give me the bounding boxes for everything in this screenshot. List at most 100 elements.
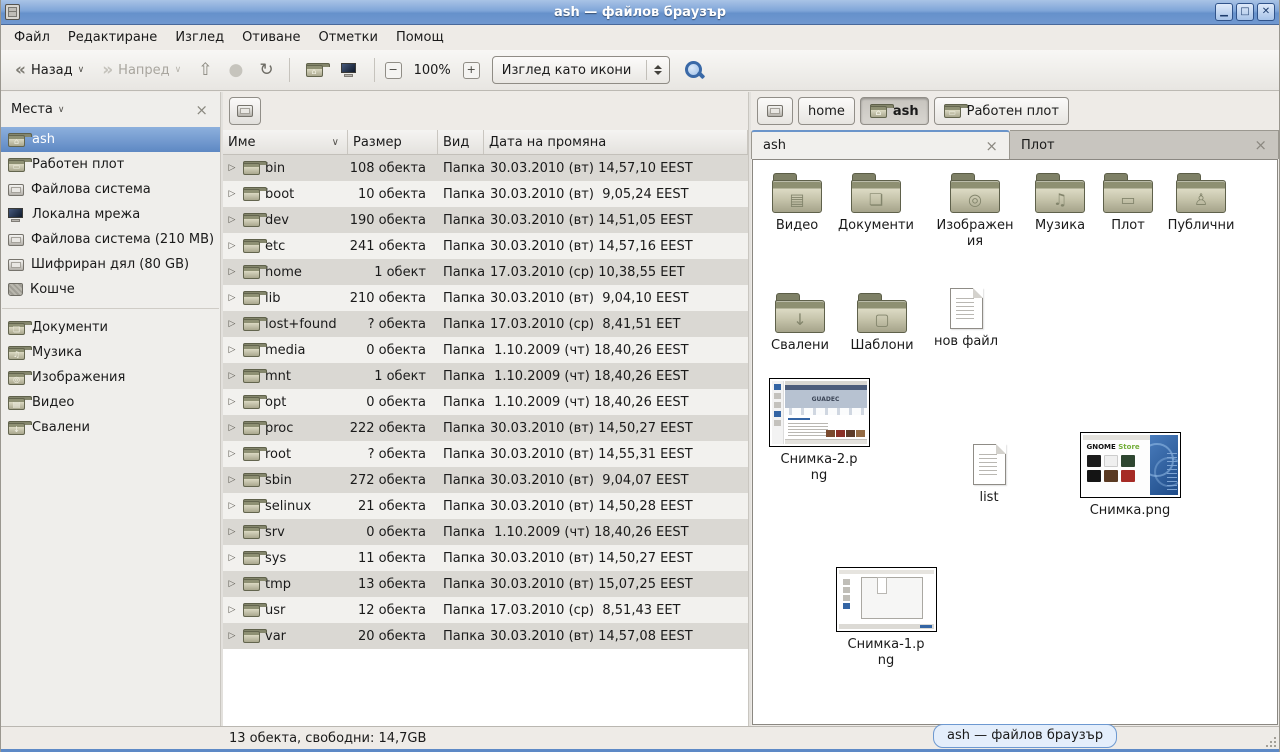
expander-icon[interactable]: ▷ [226, 345, 238, 355]
zoom-out-button[interactable]: − [385, 62, 402, 79]
sidebar-item-Кошче[interactable]: Кошче [1, 277, 220, 302]
close-button[interactable]: ✕ [1257, 3, 1275, 21]
expander-icon[interactable]: ▷ [226, 397, 238, 407]
table-row-var[interactable]: ▷var20 обектаПапка30.03.2010 (вт) 14,57,… [223, 623, 748, 649]
sidebar-item-Шифриран дял (80 GB)[interactable]: Шифриран дял (80 GB) [1, 252, 220, 277]
tree-root-button[interactable] [229, 97, 261, 125]
icon-view-item-list[interactable]: list [944, 444, 1034, 506]
icon-view-item-Изображения[interactable]: ◎Изображения [930, 173, 1020, 249]
computer-button[interactable] [335, 59, 364, 81]
expander-icon[interactable]: ▷ [226, 371, 238, 381]
icon-view-item-Шаблони[interactable]: ▢Шаблони [837, 293, 927, 354]
view-mode-select[interactable]: Изглед като икони [492, 56, 670, 84]
menu-item-Отметки[interactable]: Отметки [309, 27, 386, 48]
expander-icon[interactable]: ▷ [226, 605, 238, 615]
sidebar-item-Изображения[interactable]: ◎Изображения [1, 365, 220, 390]
view-mode-stepper-icon[interactable] [647, 65, 669, 75]
menu-item-Помощ[interactable]: Помощ [387, 27, 453, 48]
forward-button[interactable]: » Напред ∨ [96, 58, 187, 83]
back-history-caret-icon[interactable]: ∨ [78, 65, 85, 75]
icon-view-item-нов файл[interactable]: нов файл [921, 288, 1011, 350]
icon-view-item-Снимка.png[interactable]: GNOME StoreСнимка.png [1078, 432, 1182, 519]
column-header-Размер[interactable]: Размер [348, 130, 438, 154]
expander-icon[interactable]: ▷ [226, 553, 238, 563]
tab-ash[interactable]: ash× [751, 130, 1010, 159]
expander-icon[interactable]: ▷ [226, 189, 238, 199]
maximize-button[interactable]: □ [1236, 3, 1254, 21]
table-row-sys[interactable]: ▷sys11 обектаПапка30.03.2010 (вт) 14,50,… [223, 545, 748, 571]
zoom-in-button[interactable]: + [463, 62, 480, 79]
tab-close-icon[interactable]: × [1254, 136, 1267, 154]
breadcrumb-button-root[interactable] [757, 97, 793, 125]
table-row-dev[interactable]: ▷dev190 обектаПапка30.03.2010 (вт) 14,51… [223, 207, 748, 233]
menu-item-Изглед[interactable]: Изглед [166, 27, 233, 48]
table-row-media[interactable]: ▷media0 обектаПапка 1.10.2009 (чт) 18,40… [223, 337, 748, 363]
expander-icon[interactable]: ▷ [226, 267, 238, 277]
sidebar-item-Файлова система[interactable]: Файлова система [1, 177, 220, 202]
expander-icon[interactable]: ▷ [226, 215, 238, 225]
breadcrumb-button-ash[interactable]: ⌂ash [860, 97, 929, 125]
column-header-Дата на промяна[interactable]: Дата на промяна [484, 130, 748, 154]
sidebar-title[interactable]: Места [11, 102, 53, 117]
sidebar-item-Видео[interactable]: ▤Видео [1, 390, 220, 415]
sidebar-item-Работен плот[interactable]: ▭Работен плот [1, 152, 220, 177]
sidebar-item-Свалени[interactable]: ↓Свалени [1, 415, 220, 440]
expander-icon[interactable]: ▷ [226, 319, 238, 329]
table-row-tmp[interactable]: ▷tmp13 обектаПапка30.03.2010 (вт) 15,07,… [223, 571, 748, 597]
table-row-boot[interactable]: ▷boot10 обектаПапка30.03.2010 (вт) 9,05,… [223, 181, 748, 207]
icon-view-item-Свалени[interactable]: ↓Свалени [755, 293, 845, 354]
sidebar-item-Локална мрежа[interactable]: Локална мрежа [1, 202, 220, 227]
table-row-home[interactable]: ▷home1 обектПапка17.03.2010 (ср) 10,38,5… [223, 259, 748, 285]
icon-view-item-Снимка-2.png[interactable]: GUADECСнимка-2.png [767, 378, 871, 483]
up-button[interactable]: ⇧ [193, 59, 217, 82]
menu-item-Отиване[interactable]: Отиване [233, 27, 309, 48]
window-titlebar[interactable]: ash — файлов браузър ▁ □ ✕ [1, 0, 1279, 25]
sidebar-item-Файлова система (210 MB)[interactable]: Файлова система (210 MB) [1, 227, 220, 252]
expander-icon[interactable]: ▷ [226, 163, 238, 173]
breadcrumb-button-home[interactable]: home [798, 97, 855, 125]
icon-view-item-Снимка-1.png[interactable]: Снимка-1.png [834, 567, 938, 668]
table-row-etc[interactable]: ▷etc241 обектаПапка30.03.2010 (вт) 14,57… [223, 233, 748, 259]
expander-icon[interactable]: ▷ [226, 475, 238, 485]
home-button[interactable]: ⌂ [300, 59, 329, 81]
breadcrumb-button-Работен плот[interactable]: ▭Работен плот [934, 97, 1069, 125]
column-header-Вид[interactable]: Вид [438, 130, 484, 154]
table-row-usr[interactable]: ▷usr12 обектаПапка17.03.2010 (ср) 8,51,4… [223, 597, 748, 623]
search-icon[interactable] [684, 60, 704, 80]
expander-icon[interactable]: ▷ [226, 293, 238, 303]
icon-view-item-Документи[interactable]: ❏Документи [831, 173, 921, 234]
back-button[interactable]: « Назад ∨ [9, 58, 90, 83]
sidebar-item-ash[interactable]: ⌂ash [1, 127, 220, 152]
expander-icon[interactable]: ▷ [226, 527, 238, 537]
resize-grip[interactable] [1264, 735, 1276, 747]
column-header-Име[interactable]: Име∨ [223, 130, 348, 154]
expander-icon[interactable]: ▷ [226, 423, 238, 433]
expander-icon[interactable]: ▷ [226, 501, 238, 511]
expander-icon[interactable]: ▷ [226, 631, 238, 641]
tab-Плот[interactable]: Плот× [1010, 130, 1279, 159]
menu-item-Редактиране[interactable]: Редактиране [59, 27, 166, 48]
expander-icon[interactable]: ▷ [226, 449, 238, 459]
table-row-lost+found[interactable]: ▷lost+found? обектаПапка17.03.2010 (ср) … [223, 311, 748, 337]
table-row-selinux[interactable]: ▷selinux21 обектаПапка30.03.2010 (вт) 14… [223, 493, 748, 519]
table-row-srv[interactable]: ▷srv0 обектаПапка 1.10.2009 (чт) 18,40,2… [223, 519, 748, 545]
table-row-proc[interactable]: ▷proc222 обектаПапка30.03.2010 (вт) 14,5… [223, 415, 748, 441]
tab-close-icon[interactable]: × [985, 137, 998, 155]
expander-icon[interactable]: ▷ [226, 241, 238, 251]
icon-view[interactable]: ▤Видео❏Документи◎Изображения♫Музика▭Плот… [752, 159, 1278, 725]
stop-button[interactable]: ● [224, 59, 249, 82]
table-row-root[interactable]: ▷root? обектаПапка30.03.2010 (вт) 14,55,… [223, 441, 748, 467]
table-row-sbin[interactable]: ▷sbin272 обектаПапка30.03.2010 (вт) 9,04… [223, 467, 748, 493]
table-row-mnt[interactable]: ▷mnt1 обектПапка 1.10.2009 (чт) 18,40,26… [223, 363, 748, 389]
icon-view-item-Публични[interactable]: ♙Публични [1156, 173, 1246, 234]
reload-button[interactable]: ↻ [254, 59, 278, 82]
table-row-bin[interactable]: ▷bin108 обектаПапка30.03.2010 (вт) 14,57… [223, 155, 748, 181]
table-row-opt[interactable]: ▷opt0 обектаПапка 1.10.2009 (чт) 18,40,2… [223, 389, 748, 415]
sidebar-mode-caret-icon[interactable]: ∨ [58, 105, 65, 115]
minimize-button[interactable]: ▁ [1215, 3, 1233, 21]
sidebar-close-icon[interactable]: × [195, 101, 208, 119]
table-row-lib[interactable]: ▷lib210 обектаПапка30.03.2010 (вт) 9,04,… [223, 285, 748, 311]
icon-view-item-Видео[interactable]: ▤Видео [752, 173, 842, 234]
menu-item-Файл[interactable]: Файл [5, 27, 59, 48]
expander-icon[interactable]: ▷ [226, 579, 238, 589]
